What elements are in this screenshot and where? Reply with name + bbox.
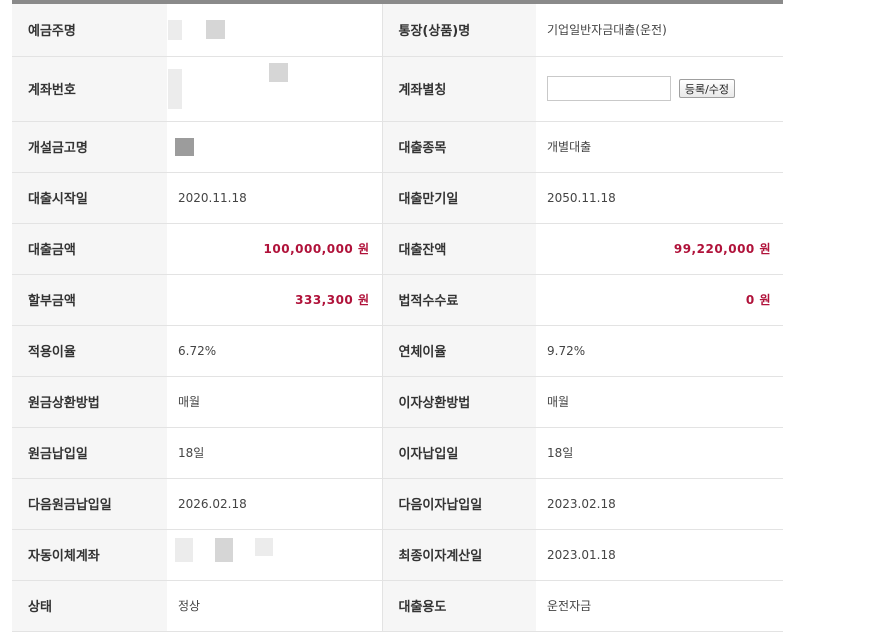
table-row: 할부금액 333,300 원 법적수수료 0 원 bbox=[12, 274, 783, 326]
label-next-principal-payment-date: 다음원금납입일 bbox=[12, 478, 167, 530]
branch-name-value bbox=[167, 121, 382, 173]
masked-auto-transfer-account bbox=[214, 537, 233, 562]
label-applied-rate: 적용이율 bbox=[12, 325, 167, 377]
label-auto-transfer-account: 자동이체계좌 bbox=[12, 529, 167, 581]
label-installment-amount: 할부금액 bbox=[12, 274, 167, 326]
label-account-alias: 계좌별칭 bbox=[381, 56, 536, 122]
label-account-number: 계좌번호 bbox=[12, 56, 167, 122]
label-loan-balance: 대출잔액 bbox=[381, 223, 536, 275]
masked-auto-transfer-account bbox=[175, 537, 193, 562]
table-row: 자동이체계좌 최종이자계산일 2023.01.18 bbox=[12, 529, 783, 581]
status-value: 정상 bbox=[167, 580, 382, 632]
loan-amount-cell: 100,000,000 원 bbox=[167, 223, 382, 275]
principal-repayment-method-value: 매월 bbox=[167, 376, 382, 428]
label-account-holder: 예금주명 bbox=[12, 4, 167, 57]
auto-transfer-account-value bbox=[167, 529, 382, 581]
installment-amount-cell: 333,300 원 bbox=[167, 274, 382, 326]
table-row: 적용이율 6.72% 연체이율 9.72% bbox=[12, 325, 783, 377]
masked-account-number bbox=[268, 62, 288, 82]
legal-fee-cell: 0 원 bbox=[536, 274, 783, 326]
loan-start-date-value: 2020.11.18 bbox=[167, 172, 382, 224]
table-row: 계좌번호 계좌별칭 등록/수정 bbox=[12, 56, 783, 122]
interest-repayment-method-value: 매월 bbox=[536, 376, 783, 428]
interest-payment-day-value: 18일 bbox=[536, 427, 783, 479]
table-row: 원금상환방법 매월 이자상환방법 매월 bbox=[12, 376, 783, 428]
applied-rate-value: 6.72% bbox=[167, 325, 382, 377]
loan-balance-cell: 99,220,000 원 bbox=[536, 223, 783, 275]
masked-account-number bbox=[168, 68, 182, 109]
label-last-interest-calc-date: 최종이자계산일 bbox=[381, 529, 536, 581]
loan-type-value: 개별대출 bbox=[536, 121, 783, 173]
label-interest-repayment-method: 이자상환방법 bbox=[381, 376, 536, 428]
label-loan-maturity-date: 대출만기일 bbox=[381, 172, 536, 224]
table-row: 상태 정상 대출용도 운전자금 bbox=[12, 580, 783, 632]
loan-detail-table: 예금주명 통장(상품)명 기업일반자금대출(운전) 계좌번호 계좌별칭 등록/수… bbox=[12, 4, 783, 632]
legal-fee-value: 0 원 bbox=[745, 293, 771, 307]
account-alias-cell: 등록/수정 bbox=[536, 56, 783, 122]
label-next-interest-payment-date: 다음이자납입일 bbox=[381, 478, 536, 530]
loan-balance-value: 99,220,000 원 bbox=[673, 242, 771, 256]
table-row: 원금납입일 18일 이자납입일 18일 bbox=[12, 427, 783, 479]
loan-amount-value: 100,000,000 원 bbox=[263, 242, 370, 256]
table-row: 대출시작일 2020.11.18 대출만기일 2050.11.18 bbox=[12, 172, 783, 224]
account-holder-value bbox=[167, 4, 382, 57]
label-principal-repayment-method: 원금상환방법 bbox=[12, 376, 167, 428]
label-loan-purpose: 대출용도 bbox=[381, 580, 536, 632]
label-loan-type: 대출종목 bbox=[381, 121, 536, 173]
product-name-value: 기업일반자금대출(운전) bbox=[536, 4, 783, 57]
account-number-value bbox=[167, 56, 382, 122]
loan-detail-panel: 예금주명 통장(상품)명 기업일반자금대출(운전) 계좌번호 계좌별칭 등록/수… bbox=[12, 0, 783, 632]
label-branch-name: 개설금고명 bbox=[12, 121, 167, 173]
loan-maturity-date-value: 2050.11.18 bbox=[536, 172, 783, 224]
label-product-name: 통장(상품)명 bbox=[381, 4, 536, 57]
next-interest-payment-date-value: 2023.02.18 bbox=[536, 478, 783, 530]
table-row: 개설금고명 대출종목 개별대출 bbox=[12, 121, 783, 173]
label-overdue-rate: 연체이율 bbox=[381, 325, 536, 377]
table-row: 다음원금납입일 2026.02.18 다음이자납입일 2023.02.18 bbox=[12, 478, 783, 530]
next-principal-payment-date-value: 2026.02.18 bbox=[167, 478, 382, 530]
installment-amount-value: 333,300 원 bbox=[295, 293, 370, 307]
loan-purpose-value: 운전자금 bbox=[536, 580, 783, 632]
masked-auto-transfer-account bbox=[254, 537, 273, 556]
label-status: 상태 bbox=[12, 580, 167, 632]
masked-account-holder bbox=[205, 20, 225, 40]
overdue-rate-value: 9.72% bbox=[536, 325, 783, 377]
label-loan-amount: 대출금액 bbox=[12, 223, 167, 275]
table-row: 대출금액 100,000,000 원 대출잔액 99,220,000 원 bbox=[12, 223, 783, 275]
label-legal-fee: 법적수수료 bbox=[381, 274, 536, 326]
last-interest-calc-date-value: 2023.01.18 bbox=[536, 529, 783, 581]
label-interest-payment-day: 이자납입일 bbox=[381, 427, 536, 479]
alias-register-button[interactable]: 등록/수정 bbox=[678, 79, 736, 98]
masked-account-holder bbox=[168, 19, 182, 40]
principal-payment-day-value: 18일 bbox=[167, 427, 382, 479]
account-alias-input[interactable] bbox=[547, 76, 671, 101]
masked-branch-name bbox=[175, 137, 194, 156]
label-loan-start-date: 대출시작일 bbox=[12, 172, 167, 224]
table-row: 예금주명 통장(상품)명 기업일반자금대출(운전) bbox=[12, 4, 783, 57]
label-principal-payment-day: 원금납입일 bbox=[12, 427, 167, 479]
